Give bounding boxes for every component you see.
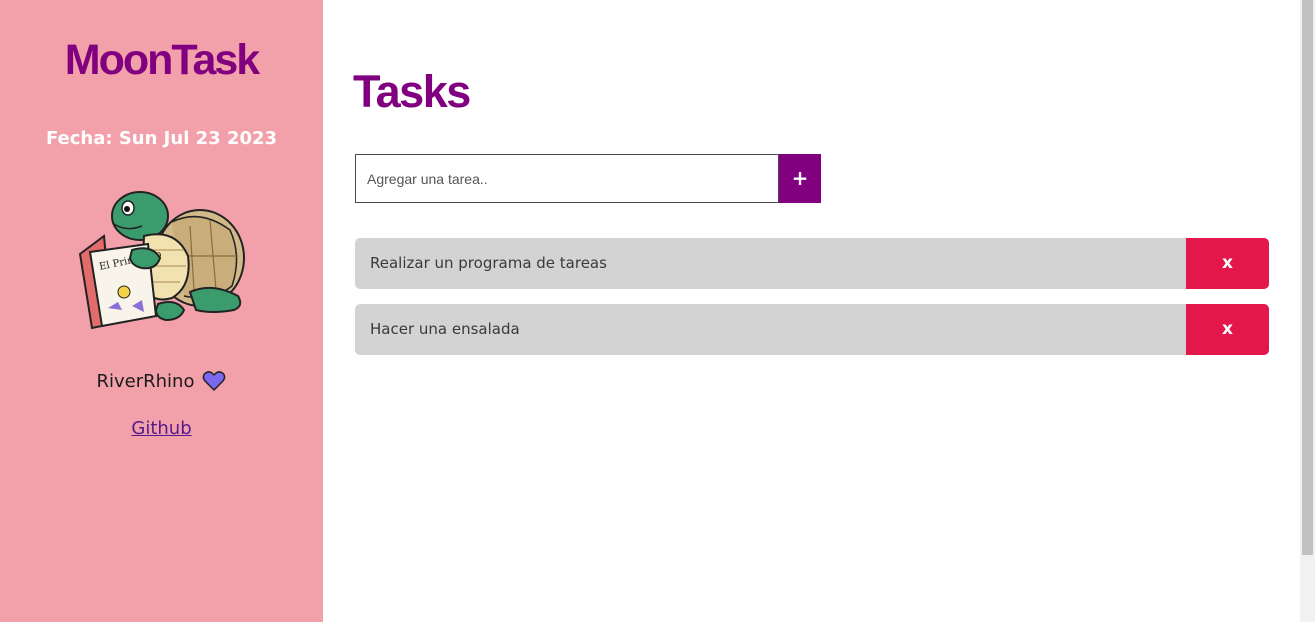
task-item: Realizar un programa de tareas x — [355, 238, 1269, 289]
task-text: Hacer una ensalada — [370, 320, 520, 338]
current-date: Fecha: Sun Jul 23 2023 — [45, 128, 278, 149]
page-title: Tasks — [353, 66, 471, 117]
vertical-scrollbar[interactable] — [1300, 0, 1315, 622]
app-logo-title: MoonTask — [64, 36, 260, 84]
app-window: MoonTask Fecha: Sun Jul 23 2023 El Princ… — [0, 0, 1315, 622]
task-item: Hacer una ensalada x — [355, 304, 1269, 355]
github-link[interactable]: Github — [0, 418, 323, 439]
sidebar: MoonTask Fecha: Sun Jul 23 2023 El Princ… — [0, 0, 323, 622]
author-credit: RiverRhino — [0, 370, 323, 392]
scrollbar-thumb[interactable] — [1302, 0, 1313, 555]
delete-task-button[interactable]: x — [1186, 304, 1269, 355]
add-task-button[interactable]: + — [779, 154, 821, 203]
task-input[interactable] — [355, 154, 779, 203]
heart-icon — [203, 371, 226, 391]
task-list: Realizar un programa de tareas x Hacer u… — [355, 238, 1269, 370]
turtle-reading-illustration: El Principito — [78, 191, 245, 330]
delete-task-button[interactable]: x — [1186, 238, 1269, 289]
task-text: Realizar un programa de tareas — [370, 254, 607, 272]
main-content: Tasks + Realizar un programa de tareas x… — [323, 0, 1300, 622]
author-name: RiverRhino — [96, 370, 195, 392]
